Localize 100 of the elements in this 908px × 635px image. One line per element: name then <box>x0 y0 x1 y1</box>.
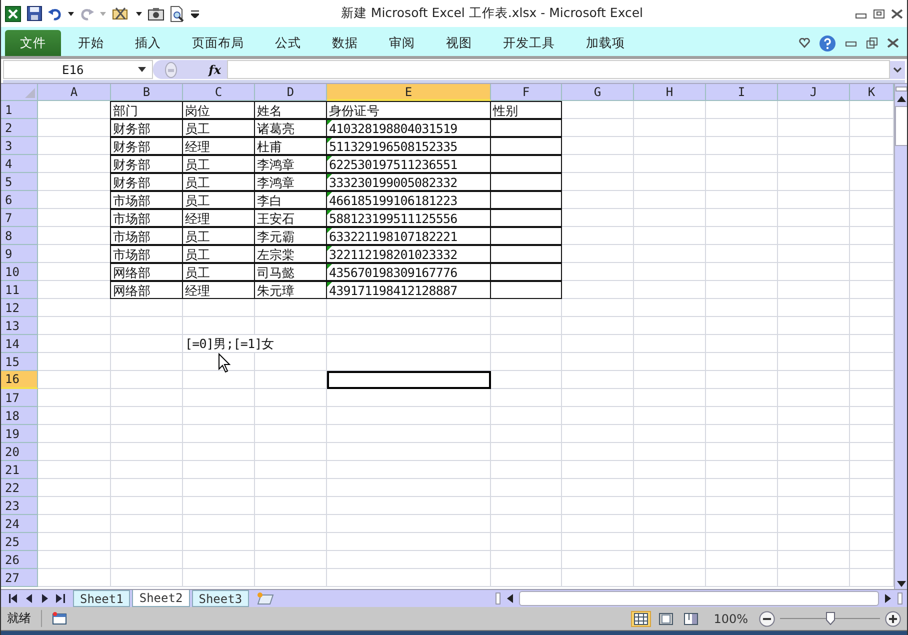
record-macro-icon[interactable] <box>52 612 67 625</box>
split-handle-icon[interactable] <box>897 592 903 605</box>
last-sheet-icon[interactable] <box>56 594 65 603</box>
split-handle-icon[interactable] <box>895 86 907 92</box>
zoom-slider[interactable] <box>780 612 880 626</box>
heart-icon[interactable] <box>799 38 810 48</box>
column-header[interactable]: F <box>491 84 562 101</box>
ribbon-tab[interactable]: 开始 <box>67 30 115 56</box>
scrollbar-thumb[interactable] <box>519 591 879 606</box>
row-header[interactable]: 6 <box>1 191 38 209</box>
undo-icon[interactable] <box>48 6 62 20</box>
previous-sheet-icon[interactable] <box>26 594 33 603</box>
formula-input[interactable] <box>227 60 890 79</box>
error-indicator-icon[interactable] <box>327 156 332 161</box>
ribbon-tab[interactable]: 审阅 <box>378 30 426 56</box>
close-icon[interactable] <box>891 8 903 18</box>
slider-thumb[interactable] <box>826 612 835 624</box>
row-header[interactable]: 2 <box>1 119 38 137</box>
normal-view-button[interactable] <box>630 610 651 626</box>
row-header[interactable]: 16 <box>1 371 38 389</box>
sheet-tab[interactable]: Sheet2 <box>132 590 190 607</box>
row-header[interactable]: 1 <box>1 101 38 119</box>
print-preview-icon[interactable] <box>170 6 185 22</box>
error-indicator-icon[interactable] <box>327 210 332 215</box>
column-header[interactable]: H <box>634 84 706 101</box>
scroll-right-icon[interactable] <box>883 592 893 605</box>
row-header[interactable]: 8 <box>1 227 38 245</box>
column-header[interactable]: D <box>255 84 327 101</box>
ribbon-tab[interactable]: 加载项 <box>575 30 636 56</box>
column-header[interactable]: C <box>183 84 255 101</box>
customize-caret-icon[interactable] <box>191 10 199 18</box>
row-header[interactable]: 23 <box>1 497 38 515</box>
ribbon-tab[interactable]: 插入 <box>124 30 172 56</box>
row-header[interactable]: 24 <box>1 515 38 533</box>
next-sheet-icon[interactable] <box>41 594 48 603</box>
row-header[interactable]: 12 <box>1 299 38 317</box>
column-header[interactable]: K <box>850 84 894 101</box>
insert-function-button[interactable]: fx <box>208 62 221 76</box>
row-header[interactable]: 10 <box>1 263 38 281</box>
ribbon-tab[interactable]: 数据 <box>321 30 369 56</box>
ribbon-tab[interactable]: 公式 <box>264 30 312 56</box>
row-header[interactable]: 14 <box>1 335 38 353</box>
column-header[interactable]: J <box>778 84 850 101</box>
caret-icon[interactable] <box>136 12 142 16</box>
close-icon[interactable] <box>887 38 899 48</box>
error-indicator-icon[interactable] <box>327 228 332 233</box>
column-header[interactable]: I <box>706 84 778 101</box>
column-header[interactable]: E <box>327 84 491 101</box>
ribbon-tab[interactable]: 文件 <box>5 30 61 56</box>
error-indicator-icon[interactable] <box>327 138 332 143</box>
row-header[interactable]: 9 <box>1 245 38 263</box>
ribbon-tab[interactable]: 开发工具 <box>492 30 566 56</box>
expand-caret-icon[interactable] <box>890 60 905 78</box>
row-header[interactable]: 11 <box>1 281 38 299</box>
first-sheet-icon[interactable] <box>9 594 18 603</box>
row-header[interactable]: 22 <box>1 479 38 497</box>
sheet-tab[interactable]: Sheet3 <box>192 590 250 607</box>
row-header[interactable]: 20 <box>1 443 38 461</box>
maximize-icon[interactable] <box>873 8 885 18</box>
row-header[interactable]: 3 <box>1 137 38 155</box>
name-box[interactable]: E16 <box>3 60 153 79</box>
table-cell <box>183 461 255 479</box>
insert-sheet-icon[interactable] <box>255 592 276 605</box>
row-header[interactable]: 18 <box>1 407 38 425</box>
row-header[interactable]: 13 <box>1 317 38 335</box>
table-cell <box>706 479 778 497</box>
selected-cell[interactable] <box>327 371 491 389</box>
row-header[interactable]: 21 <box>1 461 38 479</box>
ribbon-tab[interactable]: 页面布局 <box>181 30 255 56</box>
column-header[interactable]: B <box>111 84 183 101</box>
column-header[interactable]: G <box>562 84 634 101</box>
restore-icon[interactable] <box>866 37 878 49</box>
row-header[interactable]: 4 <box>1 155 38 173</box>
column-header[interactable]: A <box>38 84 111 101</box>
caret-icon[interactable] <box>138 67 146 72</box>
scroll-up-icon[interactable] <box>895 94 907 104</box>
save-icon[interactable] <box>27 6 42 21</box>
zoom-in-icon[interactable] <box>885 610 901 626</box>
row-header[interactable]: 5 <box>1 173 38 191</box>
row-header[interactable]: 27 <box>1 569 38 587</box>
tools-icon[interactable] <box>112 6 130 21</box>
zoom-out-icon[interactable] <box>759 610 775 626</box>
caret-icon[interactable] <box>68 12 74 16</box>
row-header[interactable]: 26 <box>1 551 38 569</box>
row-header[interactable]: 7 <box>1 209 38 227</box>
ribbon-tab[interactable]: 视图 <box>435 30 483 56</box>
expand-handle-icon[interactable] <box>165 62 177 78</box>
zoom-level[interactable]: 100% <box>714 612 748 626</box>
row-header[interactable]: 15 <box>1 353 38 371</box>
row-header[interactable]: 19 <box>1 425 38 443</box>
split-handle-icon[interactable] <box>495 592 502 605</box>
help-icon[interactable] <box>819 34 836 52</box>
row-header[interactable]: 17 <box>1 389 38 407</box>
camera-icon[interactable] <box>148 6 164 20</box>
scroll-left-icon[interactable] <box>505 592 516 605</box>
row-header[interactable]: 25 <box>1 533 38 551</box>
sheet-tab[interactable]: Sheet1 <box>73 590 130 607</box>
error-indicator-icon[interactable] <box>327 246 332 251</box>
scrollbar-thumb[interactable] <box>895 106 907 146</box>
error-indicator-icon[interactable] <box>327 174 332 179</box>
